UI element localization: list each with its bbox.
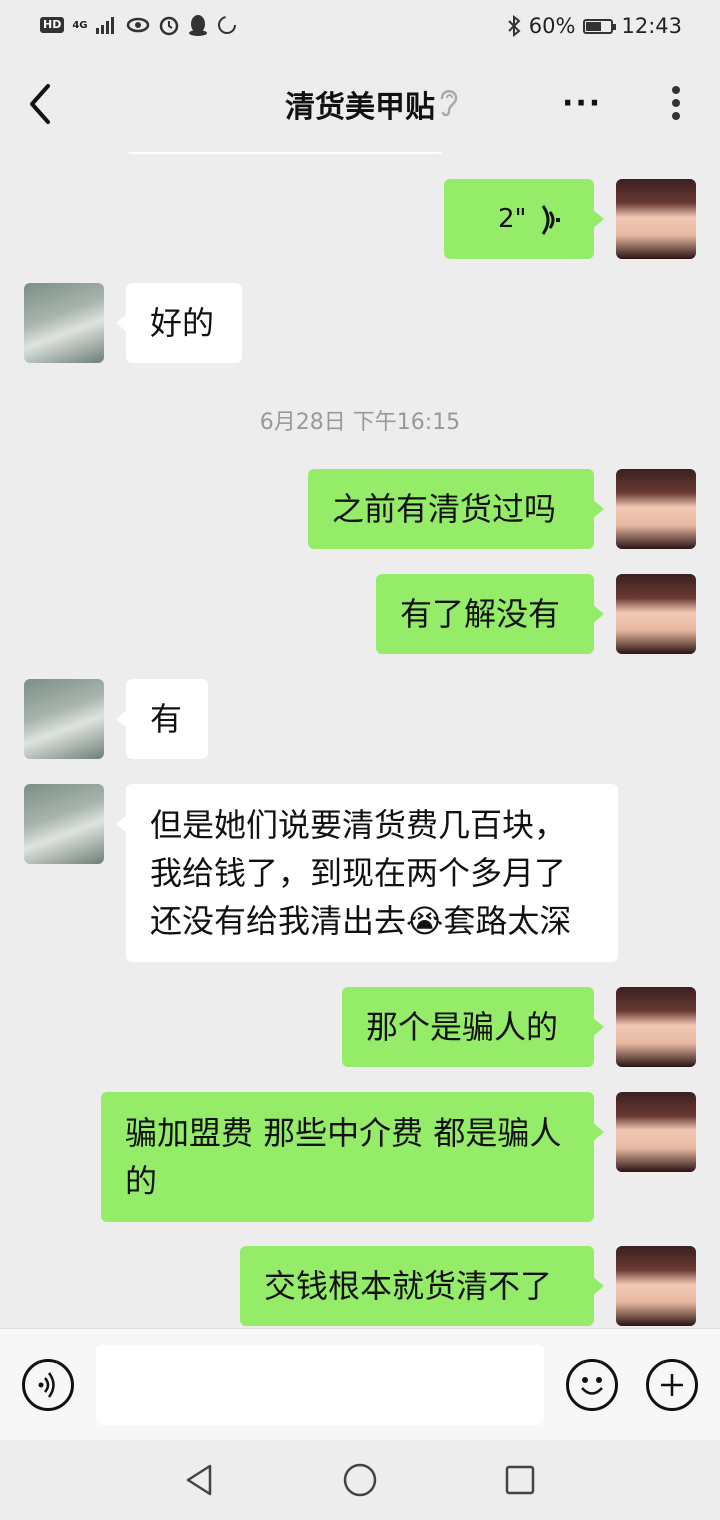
- chat-header: 清货美甲贴 ···: [0, 56, 720, 152]
- emoji-button[interactable]: [566, 1359, 618, 1411]
- hd-badge: HD: [40, 17, 65, 33]
- square-recent-icon[interactable]: [502, 1462, 538, 1498]
- input-bar: [0, 1328, 720, 1441]
- emoji-icon: [581, 1377, 603, 1395]
- message-text: 交钱根本就货清不了: [264, 1267, 553, 1305]
- add-icon: [661, 1374, 683, 1396]
- qq-icon: [188, 15, 207, 36]
- message-line: 骗加盟费 那些中介费 都是骗人: [125, 1114, 562, 1152]
- circle-home-icon[interactable]: [342, 1462, 378, 1498]
- triangle-back-icon[interactable]: [182, 1462, 218, 1498]
- message-bubble[interactable]: 交钱根本就货清不了: [240, 1246, 604, 1326]
- message-line: 但是她们说要清货费几百块，: [150, 806, 567, 844]
- message-timestamp: 6月28日 下午16:15: [259, 410, 461, 435]
- peer-avatar[interactable]: [24, 784, 104, 864]
- message-bubble[interactable]: 好的: [116, 283, 242, 363]
- add-button[interactable]: [646, 1359, 698, 1411]
- status-right: 60% 12:43: [507, 14, 682, 38]
- message-text: 有了解没有: [400, 595, 561, 633]
- chat-title: 清货美甲贴: [285, 90, 435, 125]
- message-line: 我给钱了，到现在两个多月了: [150, 854, 567, 892]
- kebab-menu-icon[interactable]: [662, 84, 690, 124]
- voice-input-icon: [38, 1372, 55, 1398]
- voice-message-bubble[interactable]: 2": [444, 179, 604, 259]
- message-bubble[interactable]: 有了解没有: [376, 574, 604, 654]
- system-nav-bar: [0, 1440, 720, 1520]
- peer-avatar[interactable]: [24, 283, 104, 363]
- bluetooth-icon: [508, 15, 521, 37]
- my-avatar[interactable]: [616, 179, 696, 259]
- message-text: 好的: [150, 304, 215, 342]
- status-bar: HD 4G 60% 12:43: [0, 0, 720, 56]
- message-text: 之前有清货过吗: [332, 490, 557, 528]
- message-input[interactable]: [96, 1345, 544, 1425]
- message-text: 有: [150, 700, 183, 738]
- message-bubble[interactable]: 之前有清货过吗: [308, 469, 604, 549]
- status-left: HD 4G: [40, 14, 238, 36]
- network-type: 4G: [72, 19, 88, 31]
- clock: 12:43: [621, 14, 682, 38]
- alarm-icon: [159, 16, 178, 36]
- my-avatar[interactable]: [616, 1246, 696, 1326]
- my-avatar[interactable]: [616, 987, 696, 1067]
- message-bubble[interactable]: 但是她们说要清货费几百块， 我给钱了，到现在两个多月了 还没有给我清出去😭套路太…: [116, 784, 618, 962]
- battery-icon: [583, 18, 617, 34]
- my-avatar[interactable]: [616, 469, 696, 549]
- peer-avatar[interactable]: [24, 679, 104, 759]
- eye-icon: [126, 17, 149, 33]
- voice-wave-icon: [541, 205, 560, 235]
- more-options-button[interactable]: ···: [562, 86, 602, 121]
- signal-icon: [95, 17, 114, 34]
- message-bubble[interactable]: 骗加盟费 那些中介费 都是骗人 的: [101, 1092, 604, 1222]
- my-avatar[interactable]: [616, 574, 696, 654]
- loading-icon: [217, 16, 236, 34]
- voice-input-button[interactable]: [22, 1359, 74, 1411]
- partial-peer-bubble[interactable]: [126, 152, 444, 154]
- message-line: 的: [125, 1162, 158, 1200]
- my-avatar[interactable]: [616, 1092, 696, 1172]
- battery-percent: 60%: [528, 14, 576, 38]
- ear-icon: [440, 90, 458, 117]
- message-text: 那个是骗人的: [366, 1008, 559, 1046]
- message-bubble[interactable]: 有: [116, 679, 208, 759]
- battery-fill: [586, 21, 601, 31]
- voice-duration: 2": [498, 204, 527, 234]
- chat-area[interactable]: 2" 好的 6月28日 下午16:15 之前有清货过吗 有了解没有 有 但是她们…: [0, 152, 720, 1328]
- message-line: 还没有给我清出去😭套路太深: [150, 902, 572, 940]
- message-bubble[interactable]: 那个是骗人的: [342, 987, 604, 1067]
